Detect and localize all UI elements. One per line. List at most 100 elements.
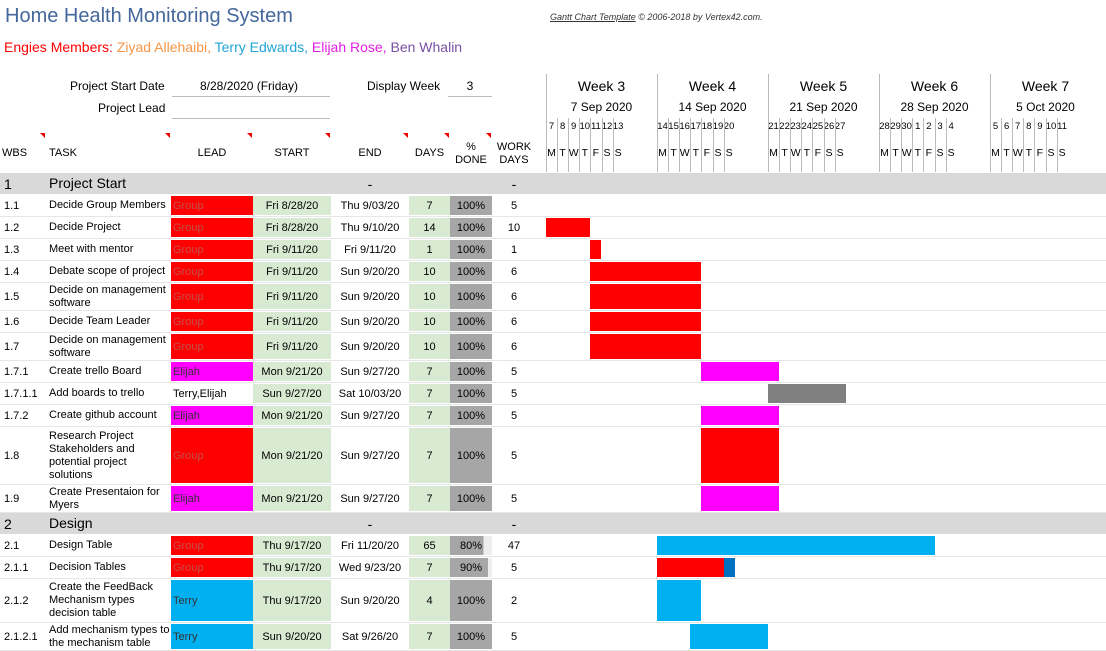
workdays-cell: 5	[510, 365, 518, 378]
weekday-letter: W	[1012, 147, 1023, 159]
day-divider	[912, 118, 914, 172]
end-cell: Sun 9/27/20	[340, 409, 400, 422]
task-cell: Create github account	[49, 409, 157, 421]
end-cell: Thu 9/03/20	[340, 199, 400, 212]
wbs-cell: 2.1.2	[4, 594, 29, 607]
days-cell: 10	[409, 334, 450, 359]
end-cell: Sun 9/20/20	[340, 340, 400, 353]
wbs-cell: 1.2	[4, 221, 20, 234]
task-row: 1.7.2 Create github account Elijah Mon 9/21…	[0, 405, 1106, 427]
gantt-bar-remaining	[723, 558, 735, 577]
day-divider	[834, 118, 836, 172]
col-days: DAYS	[414, 147, 445, 159]
lead-cell: Terry	[171, 580, 255, 621]
day-number: 11	[590, 121, 601, 132]
days-cell: 7	[409, 486, 450, 511]
done-cell: 80%	[450, 536, 492, 555]
end-cell: Sun 9/20/20	[340, 290, 400, 303]
day-number: 18	[701, 121, 713, 132]
day-divider	[1023, 118, 1025, 172]
workdays-cell: 5	[510, 409, 518, 422]
gantt-bar	[546, 218, 591, 237]
day-divider	[701, 118, 703, 172]
wbs-cell: 1.9	[4, 492, 20, 505]
day-divider	[945, 118, 947, 172]
end-cell: Sun 9/27/20	[340, 365, 400, 378]
project-lead-label: Project Lead	[98, 101, 166, 115]
weekday-letter: S	[1058, 147, 1066, 159]
weekday-letter: T	[914, 147, 921, 159]
workdays-cell: 5	[510, 387, 518, 400]
done-cell: 100%	[450, 384, 492, 403]
week-label: Week 6	[910, 78, 959, 94]
end-cell: -	[367, 175, 373, 192]
gantt-bar	[701, 486, 780, 511]
day-divider	[779, 118, 781, 172]
day-divider	[1001, 118, 1003, 172]
weekday-letter: F	[592, 147, 600, 159]
workdays-cell: 6	[510, 265, 518, 278]
week-date: 28 Sep 2020	[900, 100, 969, 114]
week-label: Week 5	[799, 78, 848, 94]
day-number: 21	[768, 121, 779, 132]
day-number: 23	[790, 121, 801, 132]
lead-cell: Elijah	[171, 486, 255, 511]
days-cell: 7	[409, 384, 450, 403]
member-names: Ziyad Allehaibi, Terry Edwards, Elijah R…	[117, 39, 462, 55]
start-cell: Thu 9/17/20	[253, 580, 331, 621]
workdays-cell: 5	[510, 630, 518, 643]
day-number: 26	[823, 121, 835, 132]
lead-cell: Group	[171, 334, 255, 359]
col-lead: LEAD	[197, 147, 227, 159]
week-date: 5 Oct 2020	[1016, 100, 1075, 114]
day-number: 15	[668, 121, 679, 132]
weekday-letter: M	[658, 147, 667, 159]
gantt-bar	[768, 384, 846, 403]
done-cell: 90%	[450, 558, 492, 577]
done-cell: 100%	[450, 240, 492, 259]
day-divider	[923, 118, 925, 172]
weekday-letter: W	[568, 147, 579, 159]
workdays-cell: 5	[510, 199, 518, 212]
display-week-value[interactable]: 3	[448, 79, 492, 93]
week-label: Week 7	[1021, 78, 1070, 94]
day-number: 13	[612, 121, 624, 132]
lead-cell: Group	[171, 558, 255, 577]
day-number: 8	[559, 121, 566, 132]
task-row: 1.9 Create Presentaion for Myers Elijah Mon…	[0, 485, 1106, 513]
days-cell: 7	[409, 196, 450, 215]
day-number: 29	[890, 121, 901, 132]
day-divider	[1012, 118, 1014, 172]
end-cell: Thu 9/10/20	[340, 221, 400, 234]
weekday-letter: T	[692, 147, 699, 159]
end-cell: Sun 9/20/20	[340, 265, 400, 278]
task-row: 1.7.1 Create trello Board Elijah Mon 9/21/2…	[0, 361, 1106, 383]
day-number: 28	[879, 121, 890, 132]
template-credit[interactable]: Gantt Chart Template © 2006-2018 by Vert…	[550, 12, 763, 22]
gantt-bar	[657, 536, 935, 555]
end-cell: Sun 9/27/20	[340, 449, 400, 462]
day-number: 3	[937, 121, 943, 132]
workdays-cell: -	[511, 175, 517, 192]
day-divider	[568, 118, 570, 172]
start-cell: Mon 9/21/20	[253, 428, 331, 483]
day-number: 22	[779, 121, 790, 132]
start-cell: Fri 9/11/20	[253, 284, 331, 309]
day-divider	[901, 118, 903, 172]
task-row: 2.1.1 Decision Tables Group Thu 9/17/20 Wed …	[0, 557, 1106, 579]
wbs-cell: 1	[4, 175, 12, 192]
workdays-cell: 6	[510, 315, 518, 328]
done-cell: 100%	[450, 312, 492, 331]
weekday-letter: W	[901, 147, 912, 159]
day-divider	[1034, 118, 1036, 172]
task-cell: Debate scope of project	[49, 265, 166, 277]
done-cell: 100%	[450, 262, 492, 281]
col-task: TASK	[49, 147, 77, 159]
start-cell: Fri 9/11/20	[253, 312, 331, 331]
task-row: 1.8 Research Project Stakeholders and pot…	[0, 427, 1106, 485]
wbs-cell: 2.1	[4, 539, 20, 552]
day-divider	[590, 118, 592, 172]
lead-cell: Group	[171, 218, 255, 237]
template-link[interactable]: Gantt Chart Template	[550, 12, 636, 22]
project-start-value[interactable]: 8/28/2020 (Friday)	[200, 79, 298, 93]
